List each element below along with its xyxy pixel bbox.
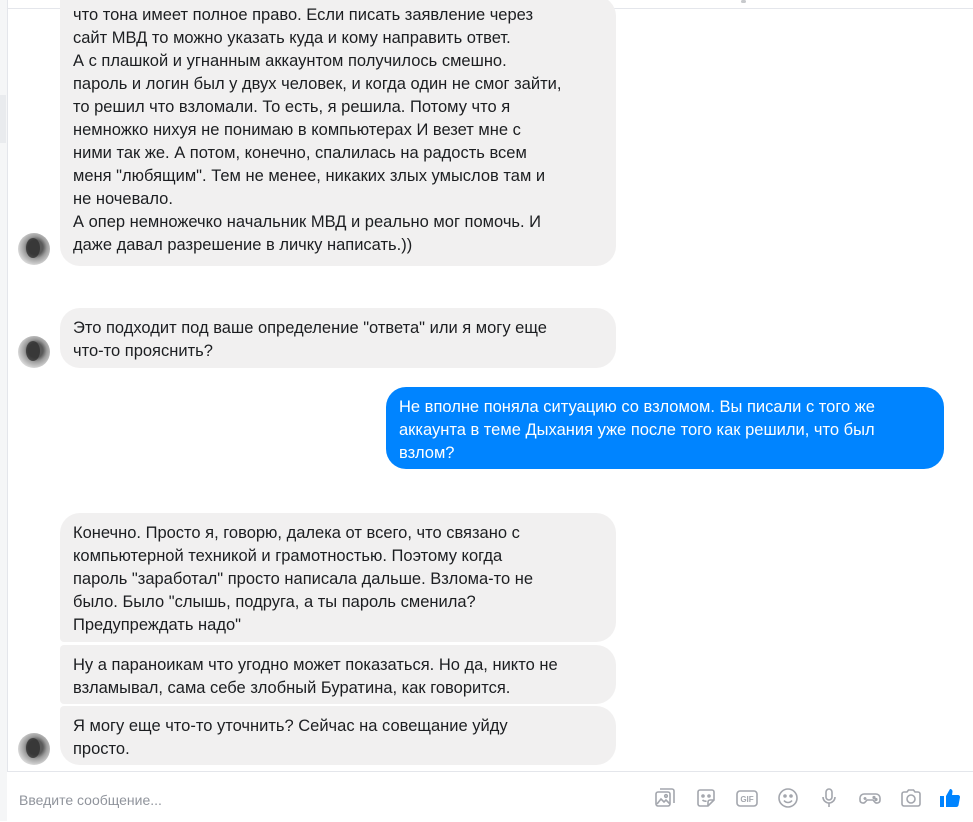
message-bubble-incoming: Я могу еще что-то уточнить? Сейчас на со… bbox=[60, 706, 616, 765]
like-icon[interactable] bbox=[937, 785, 963, 811]
left-rail bbox=[0, 0, 8, 821]
message-bubble-incoming: Конечно. Просто я, говорю, далека от все… bbox=[60, 513, 616, 642]
message-bubble-incoming: что тона имеет полное право. Если писать… bbox=[60, 0, 616, 266]
composer-bar: GIF bbox=[7, 771, 973, 822]
svg-text:GIF: GIF bbox=[740, 795, 753, 804]
scroll-marker bbox=[0, 95, 6, 143]
contact-avatar[interactable] bbox=[18, 336, 50, 368]
image-icon[interactable] bbox=[652, 785, 678, 811]
header-fragment bbox=[741, 0, 746, 3]
gif-icon[interactable]: GIF bbox=[734, 785, 760, 811]
emoji-icon[interactable] bbox=[775, 785, 801, 811]
camera-icon[interactable] bbox=[898, 785, 924, 811]
game-controller-icon[interactable] bbox=[857, 785, 883, 811]
contact-avatar[interactable] bbox=[18, 733, 50, 765]
sticker-icon[interactable] bbox=[693, 785, 719, 811]
message-bubble-outgoing: Не вполне поняла ситуацию со взломом. Вы… bbox=[386, 387, 944, 469]
contact-avatar[interactable] bbox=[18, 233, 50, 265]
microphone-icon[interactable] bbox=[816, 785, 842, 811]
message-bubble-incoming: Ну а параноикам что угодно может показат… bbox=[60, 645, 616, 704]
message-bubble-incoming: Это подходит под ваше определение "ответ… bbox=[60, 308, 616, 368]
message-input[interactable] bbox=[17, 786, 621, 814]
